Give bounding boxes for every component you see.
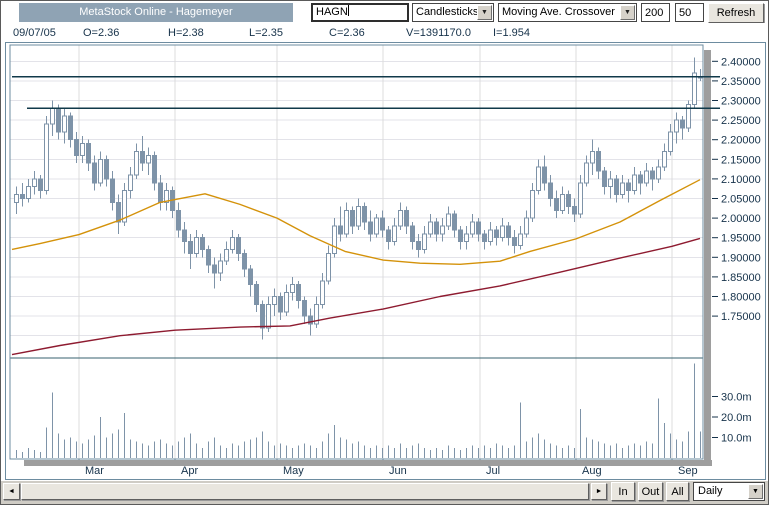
app-title: MetaStock Online - Hagemeyer xyxy=(79,6,233,18)
quote-low: L=2.35 xyxy=(249,27,283,39)
bottom-bar: ◄ ► In Out All Daily ▼ xyxy=(1,481,768,504)
svg-text:1.95000: 1.95000 xyxy=(721,233,761,245)
svg-text:Sep: Sep xyxy=(678,465,698,477)
svg-text:30.0m: 30.0m xyxy=(721,392,752,404)
zoom-in-button[interactable]: In xyxy=(611,482,635,501)
indicator-value: Moving Ave. Crossover xyxy=(502,6,615,18)
svg-text:2.05000: 2.05000 xyxy=(721,194,761,206)
svg-text:May: May xyxy=(283,465,304,477)
svg-text:Aug: Aug xyxy=(582,465,602,477)
svg-text:1.75000: 1.75000 xyxy=(721,311,761,323)
svg-text:1.90000: 1.90000 xyxy=(721,252,761,264)
chart-type-value: Candlesticks xyxy=(416,6,479,18)
app-title-bar: MetaStock Online - Hagemeyer xyxy=(19,3,293,22)
svg-text:1.80000: 1.80000 xyxy=(721,292,761,304)
symbol-input-value: HAGN xyxy=(316,6,348,18)
refresh-button[interactable]: Refresh xyxy=(708,3,764,23)
period-select[interactable]: Daily ▼ xyxy=(693,482,765,501)
svg-text:2.25000: 2.25000 xyxy=(721,115,761,127)
chart-type-select[interactable]: Candlesticks ▼ xyxy=(412,3,494,22)
svg-text:10.0m: 10.0m xyxy=(721,433,752,445)
text-caret xyxy=(347,5,349,16)
quote-date: 09/07/05 xyxy=(13,27,56,39)
ma-period-2-input[interactable] xyxy=(675,3,704,22)
quote-volume: V=1391170.0 xyxy=(406,27,471,39)
toolbar: MetaStock Online - Hagemeyer HAGN Candle… xyxy=(1,1,768,23)
chevron-down-icon[interactable]: ▼ xyxy=(477,5,492,20)
quote-indicator: I=1.954 xyxy=(493,27,531,39)
chevron-down-icon[interactable]: ▼ xyxy=(748,484,763,499)
right-arrow-icon: ► xyxy=(595,488,603,495)
price-volume-chart: Mar Apr May Jun Jul Aug Sep 1.75000 1.80000 1.850… xyxy=(9,44,761,477)
scroll-right-button[interactable]: ► xyxy=(591,483,607,500)
scroll-left-button[interactable]: ◄ xyxy=(3,483,20,500)
quote-open: O=2.36 xyxy=(83,27,120,39)
svg-text:2.40000: 2.40000 xyxy=(721,56,761,68)
svg-text:2.30000: 2.30000 xyxy=(721,96,761,108)
chevron-down-icon[interactable]: ▼ xyxy=(620,5,635,20)
svg-text:2.35000: 2.35000 xyxy=(721,76,761,88)
svg-text:2.20000: 2.20000 xyxy=(721,135,761,147)
period-value: Daily xyxy=(698,485,723,497)
scrollbar-thumb[interactable] xyxy=(21,483,589,500)
left-arrow-icon: ◄ xyxy=(8,488,15,495)
svg-text:Mar: Mar xyxy=(85,465,104,477)
svg-text:20.0m: 20.0m xyxy=(721,412,752,424)
indicator-select[interactable]: Moving Ave. Crossover ▼ xyxy=(498,3,637,22)
symbol-input[interactable]: HAGN xyxy=(311,3,409,22)
svg-text:Jun: Jun xyxy=(389,465,407,477)
quote-bar: 09/07/05 O=2.36 H=2.38 L=2.35 C=2.36 V=1… xyxy=(1,23,768,42)
svg-text:2.00000: 2.00000 xyxy=(721,213,761,225)
svg-text:1.85000: 1.85000 xyxy=(721,272,761,284)
metastock-window: MetaStock Online - Hagemeyer HAGN Candle… xyxy=(0,0,769,505)
svg-text:2.10000: 2.10000 xyxy=(721,174,761,186)
svg-text:2.15000: 2.15000 xyxy=(721,154,761,166)
svg-text:Apr: Apr xyxy=(181,465,198,477)
svg-text:Jul: Jul xyxy=(486,465,500,477)
ma-period-1-input[interactable] xyxy=(641,3,670,22)
zoom-out-button[interactable]: Out xyxy=(638,482,663,501)
zoom-all-button[interactable]: All xyxy=(666,482,689,501)
quote-high: H=2.38 xyxy=(168,27,204,39)
chart-panel: Mar Apr May Jun Jul Aug Sep 1.75000 1.80000 1.850… xyxy=(5,42,766,480)
quote-close: C=2.36 xyxy=(329,27,365,39)
